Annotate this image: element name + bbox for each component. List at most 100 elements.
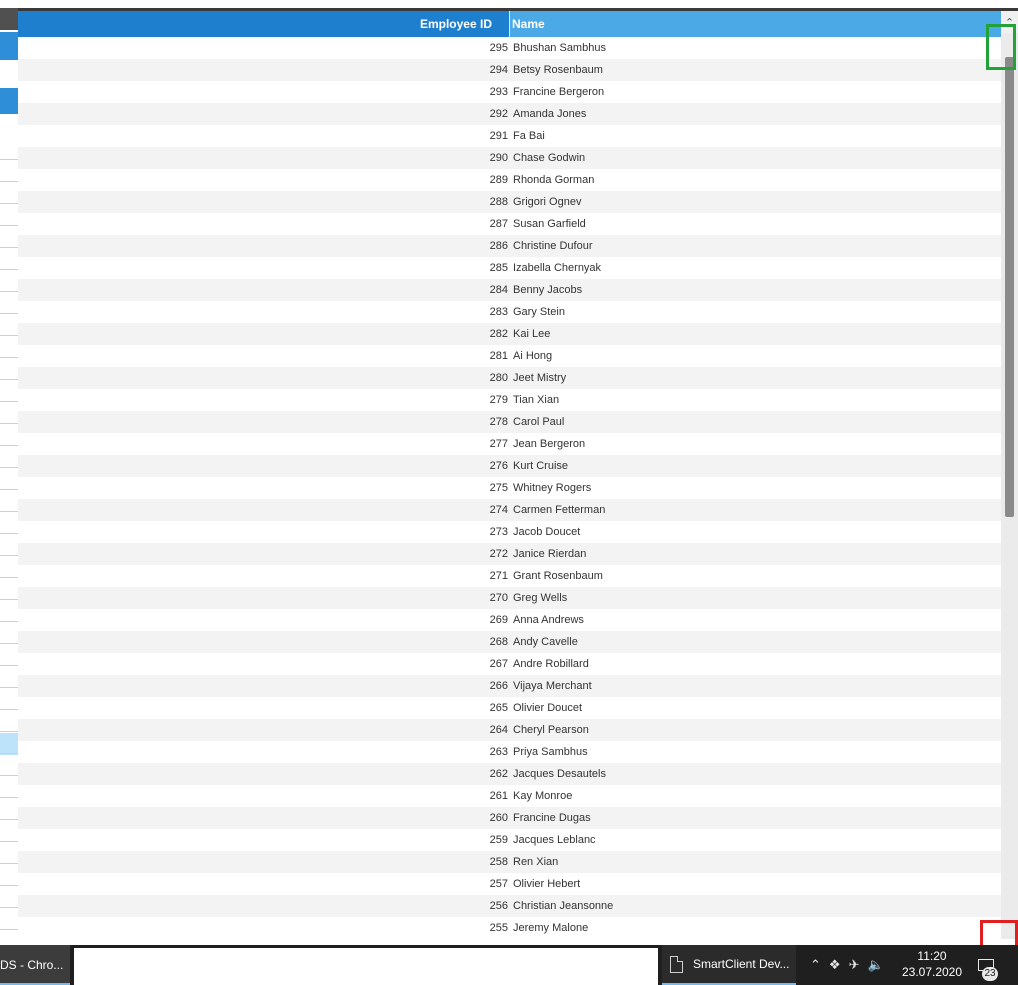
background-header [0,8,18,30]
cell-employee-id: 277 [489,438,508,450]
taskbar-item-chrome[interactable]: DS - Chro... [0,945,70,985]
airplane-mode-icon[interactable]: ✈ [849,957,860,973]
background-row [0,270,18,292]
table-row[interactable]: 292 Amanda Jones [18,103,1001,125]
table-row[interactable]: 258 Ren Xian [18,851,1001,873]
background-row [0,688,18,710]
cell-employee-id: 264 [489,724,508,736]
cell-employee-id: 276 [489,460,508,472]
cell-employee-id: 262 [489,768,508,780]
table-row[interactable]: 277 Jean Bergeron [18,433,1001,455]
dropbox-icon[interactable]: ❖ [829,957,841,973]
notification-center[interactable]: 23 [976,955,1002,981]
table-row[interactable]: 271 Grant Rosenbaum [18,565,1001,587]
table-row[interactable]: 265 Olivier Doucet [18,697,1001,719]
table-row[interactable]: 262 Jacques Desautels [18,763,1001,785]
cell-employee-id: 288 [489,196,508,208]
cell-name: Andre Robillard [513,658,589,670]
table-row[interactable]: 267 Andre Robillard [18,653,1001,675]
table-row[interactable]: 276 Kurt Cruise [18,455,1001,477]
cell-employee-id: 273 [489,526,508,538]
cell-name: Kurt Cruise [513,460,569,472]
cell-name: Jacques Desautels [513,768,606,780]
table-row[interactable]: 284 Benny Jacobs [18,279,1001,301]
document-icon [670,955,683,973]
table-row[interactable]: 286 Christine Dufour [18,235,1001,257]
volume-icon[interactable]: 🔈 [867,957,883,973]
background-row [0,446,18,468]
column-header-name[interactable]: Name [509,11,1001,37]
taskbar-item-smartclient[interactable]: SmartClient Dev... [662,945,796,985]
table-row[interactable]: 289 Rhonda Gorman [18,169,1001,191]
background-row [0,534,18,556]
table-row[interactable]: 278 Carol Paul [18,411,1001,433]
cell-employee-id: 291 [489,130,508,142]
table-row[interactable]: 275 Whitney Rogers [18,477,1001,499]
column-header-employee-id[interactable]: Employee ID [18,11,509,37]
cell-name: Benny Jacobs [513,284,583,296]
table-row[interactable]: 273 Jacob Doucet [18,521,1001,543]
vertical-scrollbar[interactable]: ⌃ [1001,11,1018,939]
cell-name: Christian Jeansonne [513,900,614,912]
background-row [0,908,18,930]
table-row[interactable]: 260 Francine Dugas [18,807,1001,829]
table-row[interactable]: 264 Cheryl Pearson [18,719,1001,741]
cell-employee-id: 285 [489,262,508,274]
table-row[interactable]: 257 Olivier Hebert [18,873,1001,895]
cell-name: Olivier Doucet [513,702,583,714]
table-row[interactable]: 263 Priya Sambhus [18,741,1001,763]
cell-name: Grigori Ognev [513,196,582,208]
cell-employee-id: 271 [489,570,508,582]
table-row[interactable]: 291 Fa Bai [18,125,1001,147]
table-row[interactable]: 290 Chase Godwin [18,147,1001,169]
background-row [0,710,18,732]
cell-name: Grant Rosenbaum [513,570,603,582]
table-row[interactable]: 280 Jeet Mistry [18,367,1001,389]
table-row[interactable]: 269 Anna Andrews [18,609,1001,631]
table-row[interactable]: 285 Izabella Chernyak [18,257,1001,279]
cell-name: Anna Andrews [513,614,584,626]
table-row[interactable]: 281 Ai Hong [18,345,1001,367]
cell-name: Izabella Chernyak [513,262,602,274]
cell-employee-id: 294 [489,64,508,76]
cell-employee-id: 256 [489,900,508,912]
background-row [0,512,18,534]
table-row[interactable]: 282 Kai Lee [18,323,1001,345]
chevron-up-icon[interactable]: ⌃ [810,957,821,973]
cell-name: Kay Monroe [513,790,573,802]
cell-name: Janice Rierdan [513,548,587,560]
cell-employee-id: 283 [489,306,508,318]
cell-employee-id: 287 [489,218,508,230]
cell-employee-id: 259 [489,834,508,846]
taskbar-item-blank[interactable] [74,948,658,985]
table-row[interactable]: 274 Carmen Fetterman [18,499,1001,521]
cell-employee-id: 279 [489,394,508,406]
background-row [0,358,18,380]
table-row[interactable]: 293 Francine Bergeron [18,81,1001,103]
background-row [0,556,18,578]
table-row[interactable]: 261 Kay Monroe [18,785,1001,807]
background-row [0,644,18,666]
cell-name: Bhushan Sambhus [513,42,606,54]
table-row[interactable]: 283 Gary Stein [18,301,1001,323]
cell-employee-id: 281 [489,350,508,362]
cell-employee-id: 274 [489,504,508,516]
table-row[interactable]: 268 Andy Cavelle [18,631,1001,653]
table-row[interactable]: 256 Christian Jeansonne [18,895,1001,917]
table-row[interactable]: 279 Tian Xian [18,389,1001,411]
cell-name: Jacques Leblanc [513,834,596,846]
table-row[interactable]: 266 Vijaya Merchant [18,675,1001,697]
table-row[interactable]: 294 Betsy Rosenbaum [18,59,1001,81]
table-row[interactable]: 270 Greg Wells [18,587,1001,609]
system-clock[interactable]: 11:20 23.07.2020 [898,948,966,980]
table-row[interactable]: 255 Jeremy Malone [18,917,1001,939]
table-row[interactable]: 259 Jacques Leblanc [18,829,1001,851]
scroll-thumb[interactable] [1005,57,1014,517]
table-row[interactable]: 288 Grigori Ognev [18,191,1001,213]
table-row[interactable]: 287 Susan Garfield [18,213,1001,235]
cell-name: Jeet Mistry [513,372,567,384]
table-row[interactable]: 272 Janice Rierdan [18,543,1001,565]
background-row [0,204,18,226]
table-row[interactable]: 295 Bhushan Sambhus [18,37,1001,59]
cell-name: Andy Cavelle [513,636,578,648]
